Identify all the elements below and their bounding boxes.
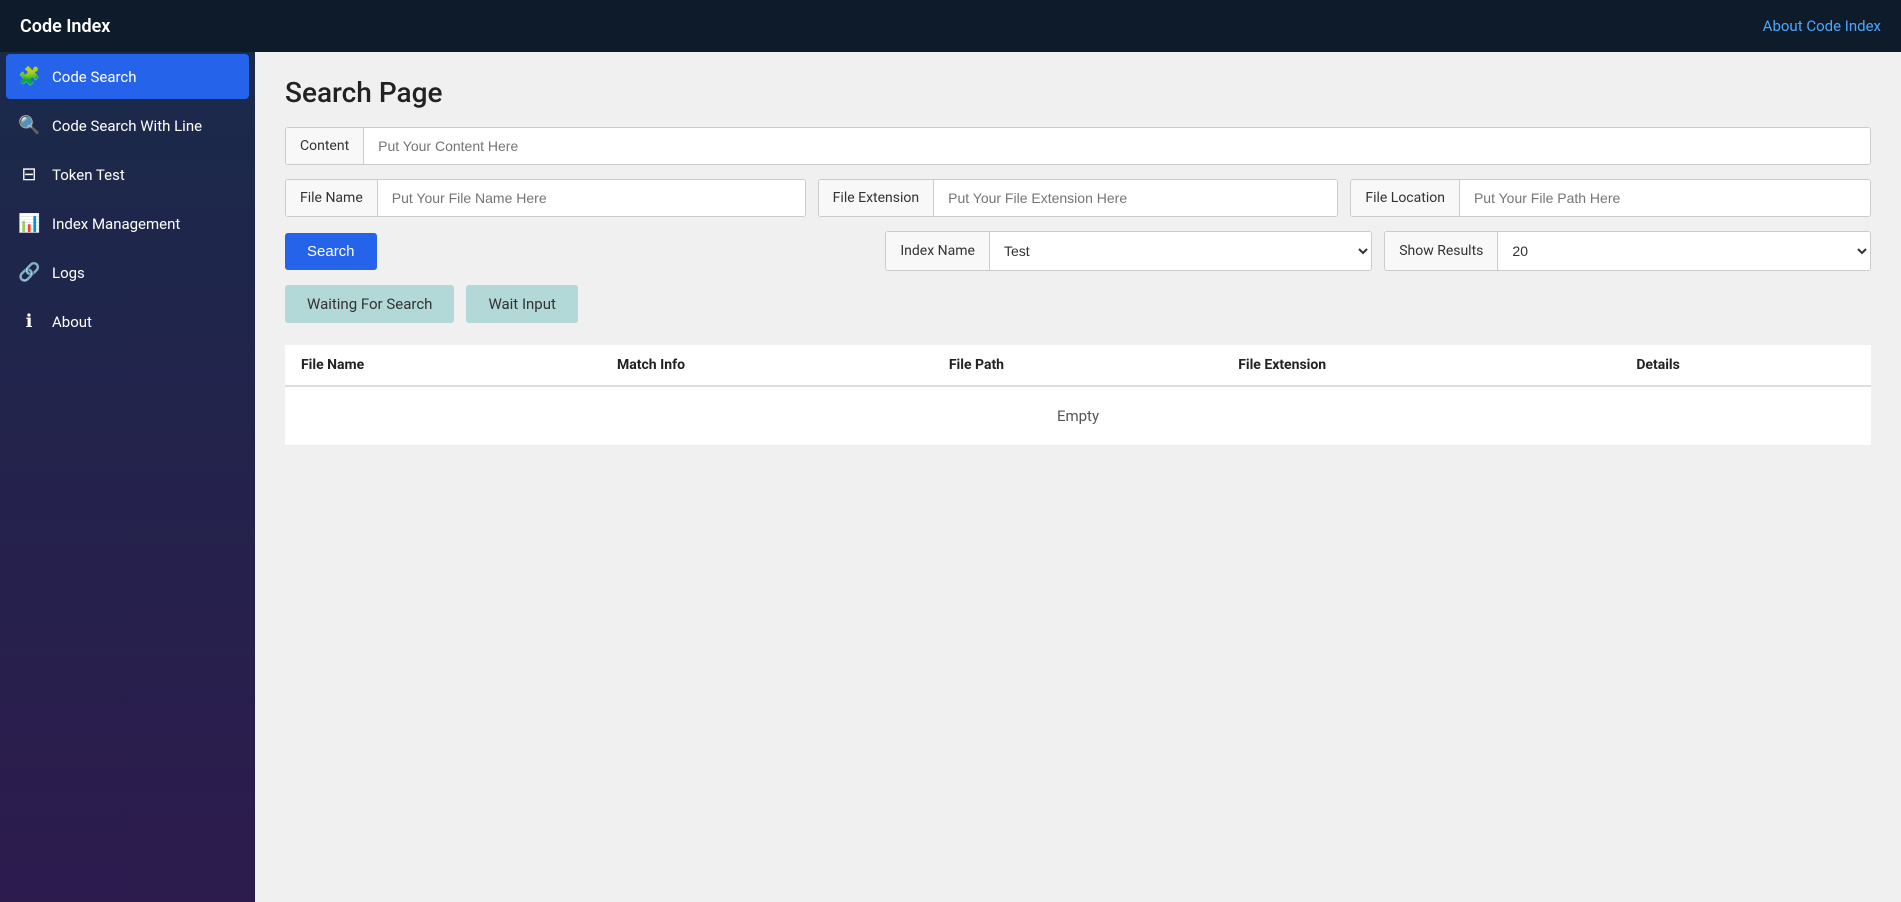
waiting-status: Waiting For Search bbox=[285, 285, 454, 323]
col-file-extension: File Extension bbox=[1222, 345, 1620, 386]
file-extension-label: File Extension bbox=[819, 180, 934, 216]
sidebar-item-code-search[interactable]: 🧩 Code Search bbox=[6, 54, 249, 99]
file-extension-input[interactable] bbox=[934, 180, 1337, 216]
sidebar-item-label: Code Search bbox=[52, 68, 137, 86]
about-icon: ℹ bbox=[18, 311, 40, 332]
content-label: Content bbox=[286, 128, 364, 164]
sidebar-item-label: Token Test bbox=[52, 166, 125, 184]
file-name-group: File Name bbox=[285, 179, 806, 217]
empty-row: Empty bbox=[285, 386, 1871, 446]
table-header-row: File NameMatch InfoFile PathFile Extensi… bbox=[285, 345, 1871, 386]
code-search-icon: 🧩 bbox=[18, 66, 40, 87]
search-button[interactable]: Search bbox=[285, 233, 377, 270]
app-title: Code Index bbox=[20, 16, 110, 37]
file-name-input[interactable] bbox=[378, 180, 805, 216]
file-extension-group: File Extension bbox=[818, 179, 1339, 217]
sidebar-item-label: Index Management bbox=[52, 215, 180, 233]
empty-message: Empty bbox=[285, 386, 1871, 446]
index-management-icon: 📊 bbox=[18, 213, 40, 234]
search-row: Search Index Name Test Show Results 5102… bbox=[285, 231, 1871, 271]
sidebar-item-index-management[interactable]: 📊 Index Management bbox=[0, 199, 255, 248]
file-fields-row: File Name File Extension File Location bbox=[285, 179, 1871, 217]
index-name-label: Index Name bbox=[886, 232, 990, 270]
sidebar-item-token-test[interactable]: ⊟ Token Test bbox=[0, 150, 255, 199]
sidebar-item-code-search-line[interactable]: 🔍 Code Search With Line bbox=[0, 101, 255, 150]
page-title: Search Page bbox=[285, 76, 1871, 109]
index-name-group: Index Name Test bbox=[885, 231, 1372, 271]
sidebar-item-label: About bbox=[52, 313, 92, 331]
sidebar-item-label: Logs bbox=[52, 264, 85, 282]
sidebar-item-label: Code Search With Line bbox=[52, 117, 202, 135]
token-test-icon: ⊟ bbox=[18, 164, 40, 185]
topbar: Code Index About Code Index bbox=[0, 0, 1901, 52]
layout: 🧩 Code Search 🔍 Code Search With Line ⊟ … bbox=[0, 52, 1901, 902]
col-file-name: File Name bbox=[285, 345, 601, 386]
sidebar: 🧩 Code Search 🔍 Code Search With Line ⊟ … bbox=[0, 52, 255, 902]
code-search-line-icon: 🔍 bbox=[18, 115, 40, 136]
file-name-label: File Name bbox=[286, 180, 378, 216]
show-results-label: Show Results bbox=[1385, 232, 1498, 270]
about-link[interactable]: About Code Index bbox=[1763, 17, 1881, 35]
file-location-group: File Location bbox=[1350, 179, 1871, 217]
show-results-select[interactable]: 5102050100 bbox=[1498, 232, 1870, 270]
wait-input-status: Wait Input bbox=[466, 285, 577, 323]
logs-icon: 🔗 bbox=[18, 262, 40, 283]
sidebar-item-about[interactable]: ℹ About bbox=[0, 297, 255, 346]
results-table: File NameMatch InfoFile PathFile Extensi… bbox=[285, 345, 1871, 446]
content-input[interactable] bbox=[364, 128, 1870, 164]
index-name-select[interactable]: Test bbox=[990, 232, 1371, 270]
status-row: Waiting For Search Wait Input bbox=[285, 285, 1871, 323]
col-match-info: Match Info bbox=[601, 345, 933, 386]
content-row: Content bbox=[285, 127, 1871, 165]
show-results-group: Show Results 5102050100 bbox=[1384, 231, 1871, 271]
file-location-label: File Location bbox=[1351, 180, 1460, 216]
file-location-input[interactable] bbox=[1460, 180, 1870, 216]
sidebar-item-logs[interactable]: 🔗 Logs bbox=[0, 248, 255, 297]
col-file-path: File Path bbox=[933, 345, 1222, 386]
col-details: Details bbox=[1620, 345, 1871, 386]
main-content: Search Page Content File Name File Exten… bbox=[255, 52, 1901, 902]
